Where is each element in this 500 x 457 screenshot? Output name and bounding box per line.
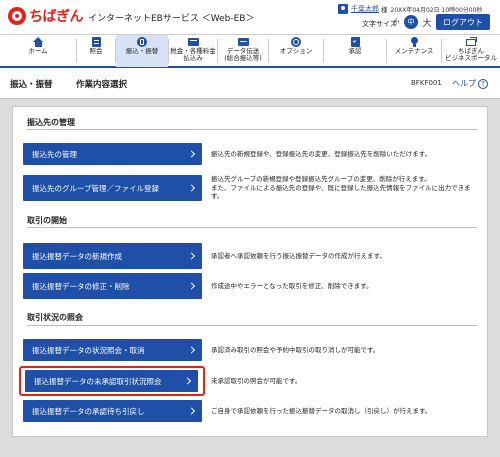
create-transfer-data-button[interactable]: 振込振替データの新規作成 xyxy=(23,243,202,269)
section-divider xyxy=(27,227,477,228)
help-icon: ? xyxy=(478,78,488,89)
action-description: 作成途中やエラーとなった取引を修正、削除できます。 xyxy=(211,282,373,290)
chevron-right-icon xyxy=(187,346,196,354)
action-description: 未承認取引の照会が可能です。 xyxy=(211,377,302,385)
nav-label: ホーム xyxy=(28,47,48,55)
bank-logo-text: ちばぎん xyxy=(29,9,84,25)
screen-id: BFKF001 xyxy=(411,79,442,87)
nav-item-approval[interactable]: 承認 xyxy=(324,35,386,67)
tax-payment-icon xyxy=(187,37,199,47)
font-size-small-button[interactable]: 小 xyxy=(389,15,403,29)
section-divider xyxy=(27,325,477,326)
option-icon xyxy=(290,37,302,47)
button-label: 振込振替データの修正・削除 xyxy=(32,281,130,291)
section-title-transaction-status: 取引状況の照会 xyxy=(27,313,83,322)
user-info: 千葉太郎 様 20XX年04月02日 10時00分00秒 xyxy=(338,4,482,14)
page-title-bar: 振込・振替 作業内容選択 BFKF001 ヘルプ ? xyxy=(0,68,500,99)
data-transfer-icon xyxy=(237,37,249,47)
button-label: 振込振替データの未承認取引状況照会 xyxy=(34,376,162,386)
action-description: 承認済み取引の照会や予約中取引の取り消しが可能です。 xyxy=(211,346,380,354)
chevron-right-icon xyxy=(187,252,196,260)
nav-item-maintenance[interactable]: メンテナンス xyxy=(387,35,441,67)
section-divider xyxy=(27,129,477,130)
transfer-icon xyxy=(136,37,148,47)
section-title-payee-management: 振込先の管理 xyxy=(27,118,75,127)
inquiry-icon xyxy=(91,37,102,47)
nav-item-data-transfer[interactable]: データ伝送 (総合振込等) xyxy=(218,35,268,67)
user-icon xyxy=(338,4,348,14)
chevron-right-icon xyxy=(187,150,196,158)
last-login-time: 20XX年04月02日 10時00分00秒 xyxy=(390,6,483,14)
chevron-right-icon xyxy=(187,184,196,192)
chevron-right-icon xyxy=(183,377,192,385)
unapproved-transaction-inquiry-button[interactable]: 振込振替データの未承認取引状況照会 xyxy=(25,370,198,392)
header: ちばぎん インターネットEBサービス ＜Web-EB＞ 千葉太郎 様 20XX年… xyxy=(0,0,500,34)
button-label: 振込振替データの承認待ち引戻し xyxy=(32,406,145,416)
nav-item-tax-payment[interactable]: 税金・各種料金 払込み xyxy=(169,35,217,67)
page-title: 作業内容選択 xyxy=(76,80,128,90)
nav-label: 照会 xyxy=(89,47,103,55)
nav-label: ちばぎん ビジネスポータル xyxy=(445,47,497,62)
portal-icon xyxy=(465,37,477,47)
action-description: 振込先グループの新規登録や登録振込先グループの変更、削除が行えます。 また、ファ… xyxy=(211,175,471,200)
home-icon xyxy=(32,37,44,47)
chevron-right-icon xyxy=(187,407,196,415)
nav-item-option[interactable]: オプション xyxy=(269,35,323,67)
maintenance-icon xyxy=(409,37,420,47)
approval-icon xyxy=(350,37,361,47)
payee-group-management-button[interactable]: 振込先のグループ管理／ファイル登録 xyxy=(23,175,202,201)
button-label: 振込振替データの状況照会・取消 xyxy=(32,345,145,355)
nav-label: データ伝送 (総合振込等) xyxy=(224,47,262,62)
font-size-medium-button[interactable]: 中 xyxy=(404,15,418,29)
nav-label: メンテナンス xyxy=(394,47,434,55)
withdraw-approval-request-button[interactable]: 振込振替データの承認待ち引戻し xyxy=(23,400,202,422)
breadcrumb: 振込・振替 xyxy=(10,80,53,90)
nav-item-home[interactable]: ホーム xyxy=(0,35,76,67)
payee-management-button[interactable]: 振込先の管理 xyxy=(23,143,202,165)
nav-label: 税金・各種料金 払込み xyxy=(170,47,216,62)
global-nav: ホーム 照会 振込・振替 税金・各種料金 払込み データ伝送 (総合振込等) オ… xyxy=(0,34,500,68)
help-link[interactable]: ヘルプ ? xyxy=(452,78,488,89)
chevron-right-icon xyxy=(187,282,196,290)
logout-button[interactable]: ログアウト xyxy=(436,14,490,30)
nav-item-business-portal[interactable]: ちばぎん ビジネスポータル xyxy=(442,35,500,67)
action-description: 振込先の新規登録や、登録振込先の変更、登録振込先を削除いただけます。 xyxy=(211,150,432,158)
button-label: 振込先のグループ管理／ファイル登録 xyxy=(32,183,160,193)
task-selection-panel: 振込先の管理 振込先の管理 振込先の新規登録や、登録振込先の変更、登録振込先を削… xyxy=(12,106,488,437)
bank-logo[interactable]: ちばぎん xyxy=(8,6,84,26)
nav-item-transfer[interactable]: 振込・振替 xyxy=(116,35,168,67)
service-name: インターネットEBサービス ＜Web-EB＞ xyxy=(88,14,255,24)
nav-label: 承認 xyxy=(348,47,362,55)
transfer-status-inquiry-button[interactable]: 振込振替データの状況照会・取消 xyxy=(23,339,202,361)
button-label: 振込振替データの新規作成 xyxy=(32,251,122,261)
nav-label: 振込・振替 xyxy=(125,47,159,55)
section-title-start-transaction: 取引の開始 xyxy=(27,216,67,225)
action-description: ご自身で承認依頼を行った振込振替データの取消し（引戻し）が行えます。 xyxy=(211,407,432,415)
nav-item-inquiry[interactable]: 照会 xyxy=(77,35,115,67)
nav-label: オプション xyxy=(279,47,313,55)
edit-delete-transfer-data-button[interactable]: 振込振替データの修正・削除 xyxy=(23,273,202,299)
bank-logo-mark-icon xyxy=(8,7,26,25)
action-description: 承認者へ承認依頼を行う振込振替データの作成が行えます。 xyxy=(211,252,386,260)
user-suffix: 様 xyxy=(381,6,388,14)
user-name-link[interactable]: 千葉太郎 xyxy=(351,4,379,14)
button-label: 振込先の管理 xyxy=(32,149,77,159)
font-size-large-button[interactable]: 大 xyxy=(420,15,434,29)
help-label: ヘルプ xyxy=(452,79,476,88)
